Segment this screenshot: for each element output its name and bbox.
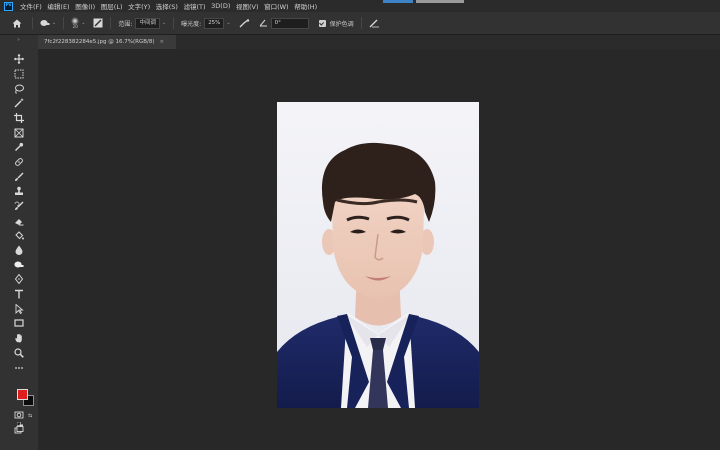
- separator: [32, 17, 33, 29]
- menu-edit[interactable]: 编辑(E): [47, 1, 69, 11]
- more-tools-icon[interactable]: [10, 361, 28, 374]
- zoom-icon[interactable]: [10, 346, 28, 359]
- menu-bar: Ps 文件(F) 编辑(E) 图像(I) 图层(L) 文字(Y) 选择(S) 滤…: [0, 0, 720, 12]
- brush-settings-icon[interactable]: [93, 18, 103, 28]
- menu-file[interactable]: 文件(F): [20, 1, 42, 11]
- eyedropper-icon[interactable]: [10, 140, 28, 153]
- blur-icon[interactable]: [10, 243, 28, 256]
- menu-3d[interactable]: 3D(D): [211, 2, 230, 10]
- range-select[interactable]: 中间调: [135, 17, 160, 29]
- frame-icon[interactable]: [10, 126, 28, 139]
- options-bar: ⌄ 20 ⌄ 范围: 中间调 ⌄ 曝光度: 25% ⌄ 0° 保护色调: [0, 12, 720, 35]
- separator: [110, 17, 112, 29]
- angle-value: 0°: [274, 19, 281, 26]
- chevron-down-icon[interactable]: ⌄: [52, 20, 56, 26]
- rectangle-icon[interactable]: [10, 316, 28, 329]
- chevron-down-icon[interactable]: ⌄: [226, 20, 230, 26]
- collapse-icon[interactable]: »: [17, 37, 20, 43]
- dodge-tool-icon[interactable]: [40, 19, 50, 28]
- angle-field[interactable]: 0°: [270, 17, 309, 29]
- dodge-icon[interactable]: [10, 258, 28, 271]
- eraser-icon[interactable]: [10, 214, 28, 227]
- range-value: 中间调: [139, 19, 156, 26]
- menu-select[interactable]: 选择(S): [156, 1, 178, 11]
- chevron-down-icon[interactable]: ⌄: [162, 20, 166, 26]
- range-label: 范围:: [118, 20, 133, 28]
- paint-bucket-icon[interactable]: [10, 228, 28, 241]
- chevron-down-icon[interactable]: ⌄: [81, 20, 85, 26]
- menu-window[interactable]: 窗口(W): [264, 1, 289, 11]
- protect-tones-label: 保护色调: [329, 20, 354, 28]
- menu-layer[interactable]: 图层(L): [101, 1, 123, 11]
- tab-strip: [176, 35, 720, 49]
- document-tab[interactable]: 7fc2f228382284e5.jpg @ 16.7%(RGB/8) ×: [38, 35, 176, 49]
- menu-view[interactable]: 视图(V): [236, 1, 259, 11]
- brush-preset-icon[interactable]: 20: [71, 17, 80, 29]
- exposure-value: 25%: [208, 19, 221, 26]
- pressure-icon[interactable]: [369, 19, 380, 28]
- menu-image[interactable]: 图像(I): [75, 1, 95, 11]
- angle-icon: [259, 19, 268, 27]
- type-icon[interactable]: [10, 287, 28, 300]
- marquee-icon[interactable]: [10, 67, 28, 80]
- lasso-icon[interactable]: [10, 82, 28, 95]
- history-brush-icon[interactable]: [10, 199, 28, 212]
- move-icon[interactable]: [10, 52, 28, 65]
- swap-colors-icon[interactable]: ⇆: [28, 413, 32, 419]
- separator: [63, 17, 65, 29]
- checkbox-checked[interactable]: [318, 19, 326, 27]
- menu-help[interactable]: 帮助(H): [294, 1, 317, 11]
- brush-icon[interactable]: [10, 170, 28, 183]
- home-icon[interactable]: [12, 19, 22, 28]
- title-bar-accent: [416, 0, 464, 3]
- path-selection-icon[interactable]: [10, 302, 28, 315]
- airbrush-icon[interactable]: [239, 18, 250, 28]
- quick-mask-icon[interactable]: [10, 408, 28, 421]
- exposure-field[interactable]: 25%: [204, 17, 225, 29]
- foreground-color-swatch[interactable]: [17, 389, 28, 400]
- document-tab-title: 7fc2f228382284e5.jpg @ 16.7%(RGB/8): [44, 39, 155, 45]
- crop-icon[interactable]: [10, 111, 28, 124]
- title-bar-accent: [383, 0, 413, 3]
- menu-filter[interactable]: 滤镜(T): [184, 1, 206, 11]
- screen-mode-icon[interactable]: [10, 423, 28, 436]
- protect-tones-checkbox[interactable]: 保护色调: [318, 19, 354, 28]
- pen-icon[interactable]: [10, 272, 28, 285]
- separator: [360, 17, 362, 29]
- separator: [173, 17, 175, 29]
- exposure-label: 曝光度:: [181, 20, 202, 28]
- brush-size: 20: [72, 24, 78, 29]
- close-icon[interactable]: ×: [160, 39, 165, 45]
- tools-panel: » ⇆: [0, 35, 38, 450]
- photoshop-logo-icon[interactable]: Ps: [4, 1, 13, 11]
- hand-icon[interactable]: [10, 331, 28, 344]
- menu-type[interactable]: 文字(Y): [128, 1, 150, 11]
- document-image[interactable]: [277, 102, 479, 408]
- clone-stamp-icon[interactable]: [10, 184, 28, 197]
- healing-brush-icon[interactable]: [10, 155, 28, 168]
- magic-wand-icon[interactable]: [10, 96, 28, 109]
